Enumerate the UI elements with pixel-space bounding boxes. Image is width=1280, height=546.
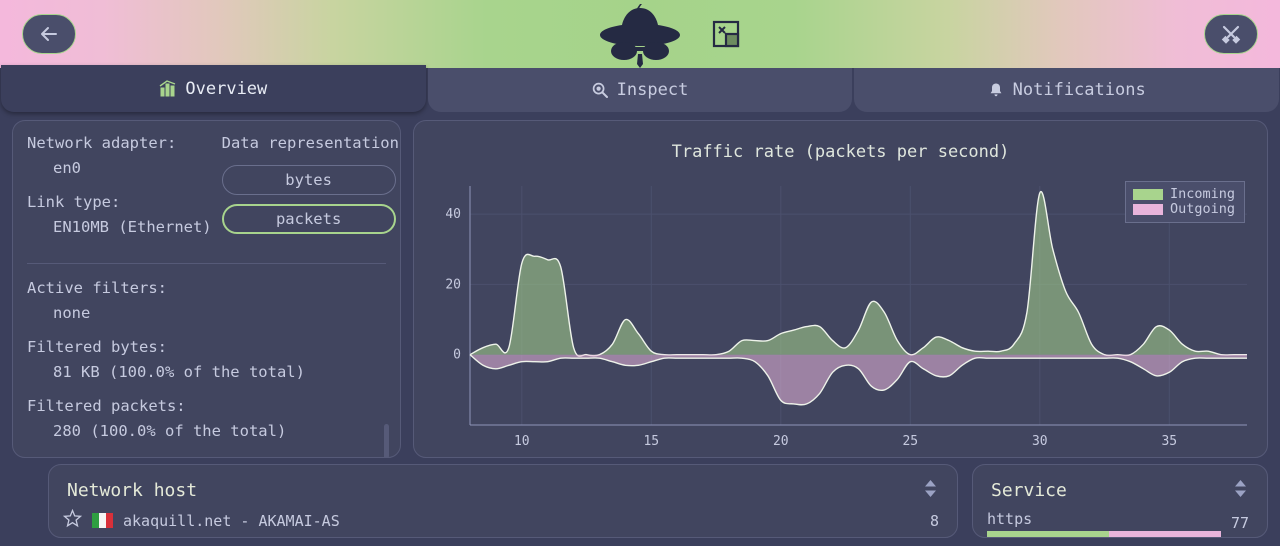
bell-icon [988,82,1004,98]
representation-packets-button[interactable]: packets [221,204,396,234]
traffic-chart: 10 15 20 25 30 35 0 20 40 [445,186,1248,449]
chart-icon [159,80,176,97]
country-flag-it [92,513,113,528]
tab-notifications[interactable]: Notifications [854,68,1280,112]
thumbnail-icon [712,20,740,48]
link-type-label: Link type: [27,193,121,211]
network-host-table: Network host akaquill.net - AKAMAI-AS 8 [48,464,958,538]
active-filters-label: Active filters: [27,279,167,297]
legend-label-incoming: Incoming [1169,186,1235,202]
info-panel-scrollbar[interactable] [384,424,389,457]
svg-text:35: 35 [1161,434,1177,449]
adapter-info: Network adapter: en0 Link type: EN10MB (… [27,131,212,249]
chart-legend: Incoming Outgoing [1124,181,1245,223]
service-sort-button[interactable] [1232,478,1249,503]
back-arrow-icon [41,27,57,41]
bottom-tables: Network host akaquill.net - AKAMAI-AS 8 [0,458,1280,538]
host-count: 8 [929,511,939,530]
filtered-packets-value: 280 (100.0% of the total) [53,422,287,440]
favorite-star-icon[interactable] [62,508,83,532]
host-name: akaquill.net - AKAMAI-AS [123,511,340,530]
svg-text:20: 20 [445,277,461,292]
service-count: 77 [1230,514,1249,532]
table-row[interactable]: https 77 [973,503,1267,537]
magnifier-icon [592,82,608,98]
representation-label: Data representation: [221,134,401,152]
filtered-bytes-value: 81 KB (100.0% of the total) [53,363,305,381]
capture-stats: Active filters: none Filtered bytes: 81 … [13,264,400,457]
legend-label-outgoing: Outgoing [1169,201,1235,217]
settings-button[interactable] [1204,14,1258,54]
data-representation-group: Data representation: bytes packets [221,131,401,249]
link-type-value: EN10MB (Ethernet) [53,218,212,236]
tab-notifications-label: Notifications [1012,80,1146,100]
host-sort-button[interactable] [922,478,939,503]
tab-inspect-label: Inspect [616,80,689,100]
table-row[interactable]: akaquill.net - AKAMAI-AS 8 [49,503,957,532]
legend-swatch-outgoing [1132,204,1163,215]
svg-text:25: 25 [902,434,918,449]
svg-text:0: 0 [453,348,461,363]
tab-overview[interactable]: Overview [1,65,426,112]
thumbnail-mode-button[interactable] [712,20,740,52]
legend-item-incoming: Incoming [1132,186,1235,202]
service-table-title: Service [991,480,1067,501]
dropped-packets-label: Dropped packets: [27,453,386,457]
svg-text:15: 15 [643,434,659,449]
filtered-bytes-label: Filtered bytes: [27,338,167,356]
tab-overview-label: Overview [185,78,268,99]
legend-swatch-incoming [1132,189,1163,200]
tab-bar: Overview Inspect Notifications [0,65,1280,112]
sniffnet-logo [594,2,686,72]
app-header [0,0,1280,68]
active-filters-value: none [53,304,91,322]
service-name: https [987,510,1033,528]
svg-text:10: 10 [514,434,530,449]
representation-bytes-button[interactable]: bytes [221,165,396,195]
adapter-value: en0 [53,159,81,177]
main-area: Network adapter: en0 Link type: EN10MB (… [0,112,1280,458]
service-traffic-bar [987,531,1221,537]
bar-incoming [987,531,1109,537]
legend-item-outgoing: Outgoing [1132,201,1235,217]
host-table-title: Network host [67,480,198,501]
svg-text:20: 20 [773,434,789,449]
svg-text:30: 30 [1032,434,1048,449]
service-entry: https [987,509,1221,537]
service-table: Service https 77 [972,464,1268,538]
traffic-chart-panel: Traffic rate (packets per second) 10 15 20… [413,120,1268,458]
bar-outgoing [1108,531,1221,537]
info-panel: Network adapter: en0 Link type: EN10MB (… [12,120,401,458]
tools-icon [1221,25,1241,44]
filtered-packets-label: Filtered packets: [27,397,186,415]
svg-text:40: 40 [445,207,461,222]
adapter-label: Network adapter: [27,134,177,152]
tab-inspect[interactable]: Inspect [427,68,853,112]
back-button[interactable] [22,14,76,54]
